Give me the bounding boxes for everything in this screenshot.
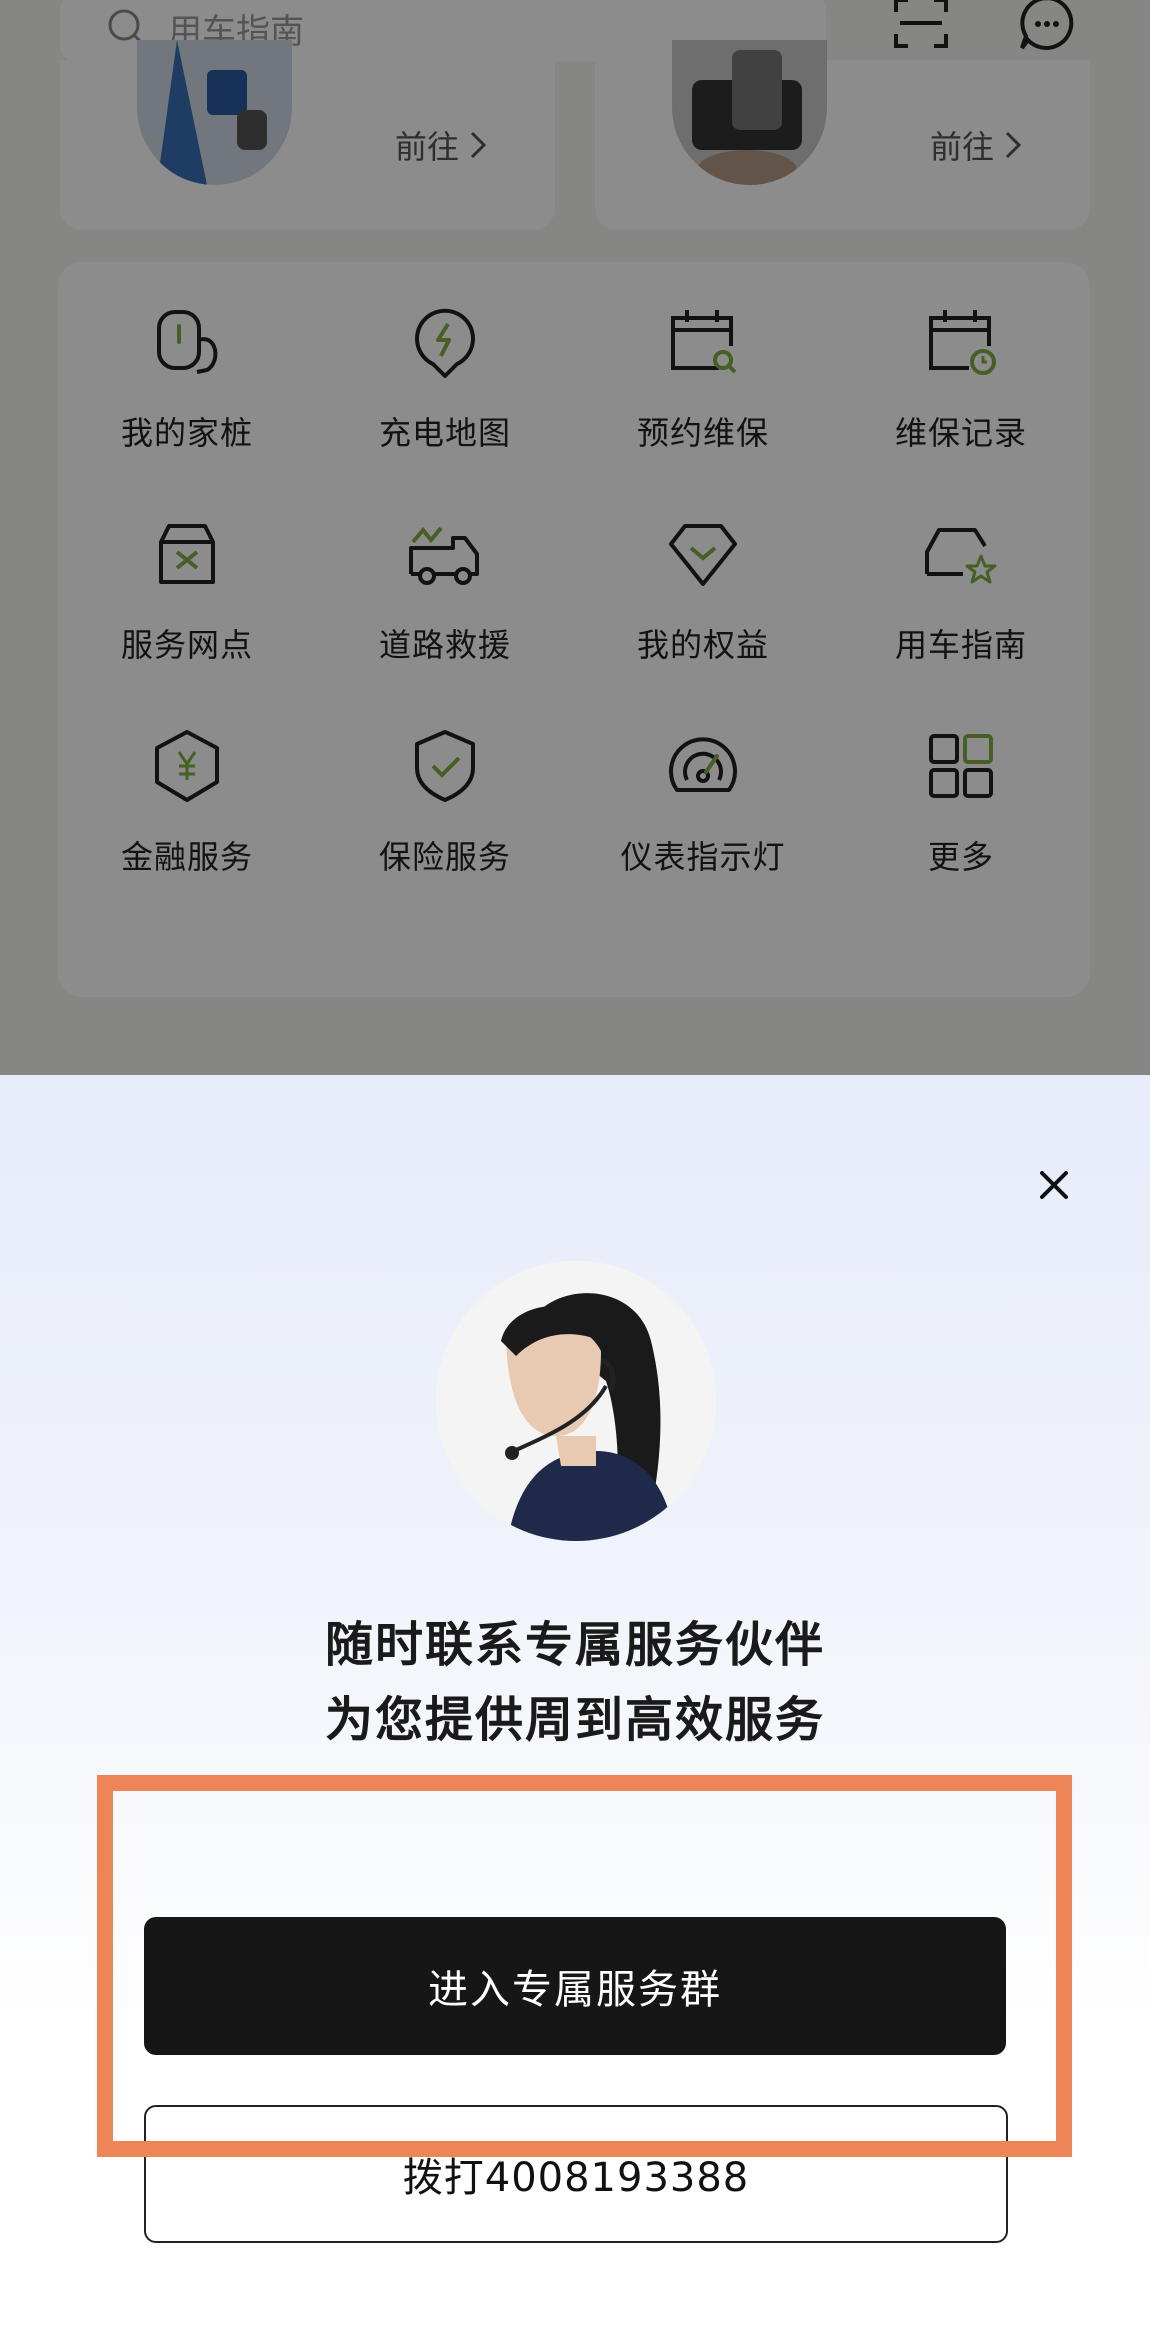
modal-backdrop[interactable] xyxy=(0,0,1150,1075)
service-agent-avatar xyxy=(436,1261,716,1541)
service-page-background: 用车指南 前往 前往 我的家桩 充电地图 预约维保 维保记录 服务网点 道路救援… xyxy=(0,0,1150,1075)
sheet-headline-line1: 随时联系专属服务伙伴 xyxy=(324,1617,825,1673)
sheet-headline-line2: 为您提供周到高效服务 xyxy=(324,1692,825,1748)
contact-bottom-sheet: 随时联系专属服务伙伴 为您提供周到高效服务 进入专属服务群 拨打40081933… xyxy=(0,1075,1150,2342)
highlight-annotation xyxy=(97,1775,1072,2157)
close-icon[interactable] xyxy=(1030,1161,1078,1209)
